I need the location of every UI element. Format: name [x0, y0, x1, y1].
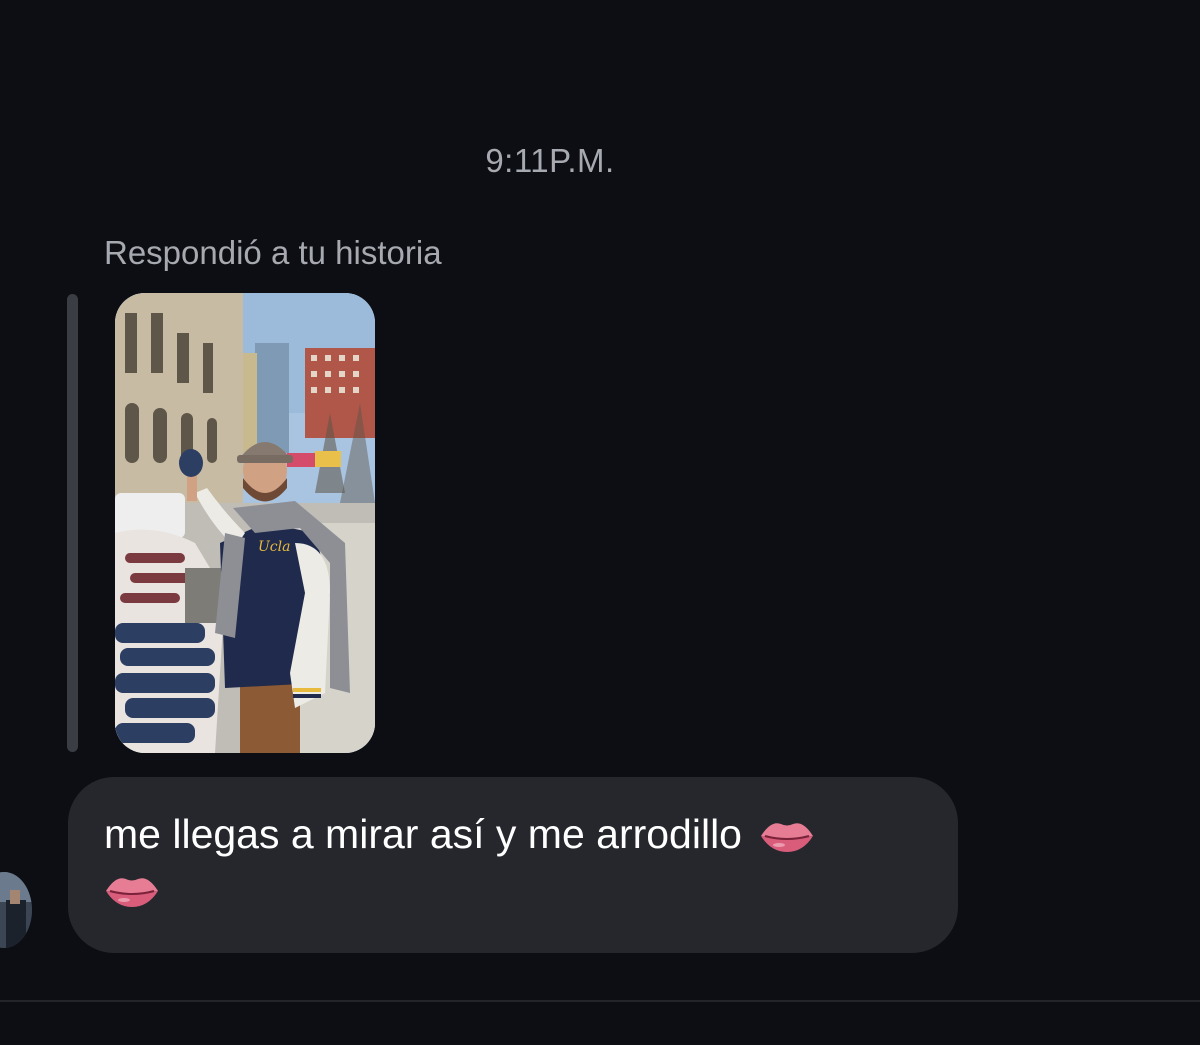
message-bubble[interactable]: me llegas a mirar así y me arrodillo: [68, 777, 958, 953]
story-preview-thumbnail[interactable]: Ucla: [115, 293, 375, 753]
story-reply-label: Respondió a tu historia: [104, 234, 442, 271]
avatar-photo: [0, 872, 32, 948]
svg-text:Ucla: Ucla: [258, 539, 290, 555]
message-text: me llegas a mirar así y me arrodillo: [104, 811, 742, 857]
sender-avatar[interactable]: [0, 872, 32, 948]
message-text-container: me llegas a mirar así y me arrodillo: [104, 807, 934, 917]
composer-divider: [0, 1000, 1200, 1002]
message-timestamp: 9:11P.M.: [485, 142, 615, 179]
lips-icon: [106, 878, 158, 907]
story-photo: Ucla: [115, 293, 375, 753]
lips-icon: [761, 823, 814, 852]
reply-indicator-bar: [67, 294, 78, 752]
